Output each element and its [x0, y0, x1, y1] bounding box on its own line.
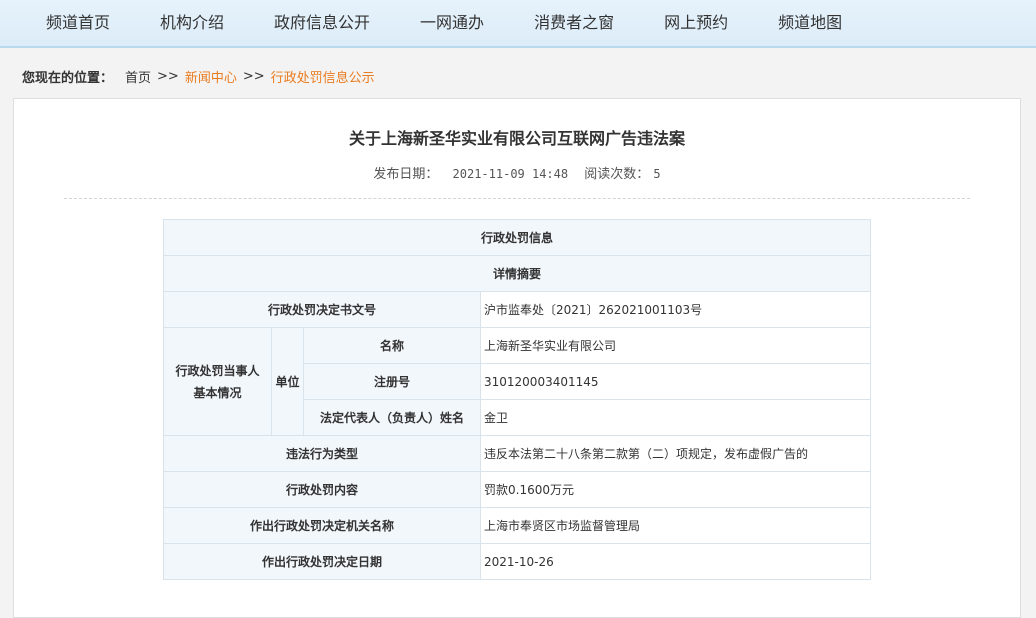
article-panel: 关于上海新圣华实业有限公司互联网广告违法案 发布日期： 2021-11-09 1…: [13, 98, 1021, 618]
top-nav: 频道首页 机构介绍 政府信息公开 一网通办 消费者之窗 网上预约 频道地图: [0, 0, 1036, 48]
nav-item-sitemap[interactable]: 频道地图: [778, 0, 842, 46]
decision-date-value: 2021-10-26: [479, 543, 872, 580]
doc-number-value: 沪市监奉处〔2021〕262021001103号: [479, 291, 872, 328]
table-header-summary: 详情摘要: [162, 255, 872, 292]
doc-number-label: 行政处罚决定书文号: [163, 291, 481, 328]
breadcrumb: 您现在的位置： 首页 >> 新闻中心 >> 行政处罚信息公示: [0, 48, 1036, 104]
party-label-line1: 行政处罚当事人: [175, 363, 260, 378]
read-count: 5: [653, 167, 661, 181]
table-row: 作出行政处罚决定日期 2021-10-26: [163, 543, 872, 580]
divider: [64, 198, 970, 199]
table-row: 行政处罚信息: [162, 219, 872, 256]
breadcrumb-home[interactable]: 首页: [125, 67, 151, 86]
breadcrumb-separator: >>: [157, 68, 179, 84]
violation-type-value: 违反本法第二十八条第二款第（二）项规定，发布虚假广告的: [479, 435, 872, 472]
legal-rep-value: 金卫: [479, 399, 872, 436]
publish-date: 2021-11-09 14:48: [452, 167, 569, 181]
article-title: 关于上海新圣华实业有限公司互联网广告违法案: [348, 129, 685, 148]
authority-label: 作出行政处罚决定机关名称: [163, 507, 481, 544]
table-row: 违法行为类型 违反本法第二十八条第二款第（二）项规定，发布虚假广告的: [163, 435, 872, 472]
table-row: 作出行政处罚决定机关名称 上海市奉贤区市场监督管理局: [163, 507, 872, 544]
penalty-info-table: 行政处罚信息 详情摘要 行政处罚决定书文号 沪市监奉处〔2021〕2620210…: [162, 219, 872, 580]
unit-label: 单位: [271, 327, 304, 436]
company-name-value: 上海新圣华实业有限公司: [479, 327, 872, 364]
table-row: 行政处罚当事人 基本情况 单位 名称 上海新圣华实业有限公司: [163, 327, 872, 436]
penalty-content-value: 罚款0.1600万元: [479, 471, 872, 508]
penalty-content-label: 行政处罚内容: [163, 471, 481, 508]
nav-item-about[interactable]: 机构介绍: [160, 0, 224, 46]
breadcrumb-label: 您现在的位置：: [22, 70, 114, 86]
party-info-label: 行政处罚当事人 基本情况: [163, 327, 272, 436]
authority-value: 上海市奉贤区市场监督管理局: [479, 507, 872, 544]
table-header-penalty-info: 行政处罚信息: [162, 219, 872, 256]
registration-label: 注册号: [303, 363, 481, 400]
breadcrumb-news[interactable]: 新闻中心: [185, 67, 237, 86]
publish-date-label: 发布日期：: [373, 167, 439, 182]
nav-item-gov-info[interactable]: 政府信息公开: [274, 0, 370, 46]
legal-rep-label: 法定代表人（负责人）姓名: [303, 399, 481, 436]
table-row: 行政处罚决定书文号 沪市监奉处〔2021〕262021001103号: [163, 291, 872, 328]
violation-type-label: 违法行为类型: [163, 435, 481, 472]
nav-item-consumer[interactable]: 消费者之窗: [534, 0, 614, 46]
breadcrumb-current[interactable]: 行政处罚信息公示: [271, 67, 375, 86]
nav-item-appointment[interactable]: 网上预约: [664, 0, 728, 46]
nav-item-channel-home[interactable]: 频道首页: [46, 0, 110, 46]
breadcrumb-separator: >>: [242, 68, 265, 84]
nav-item-one-stop[interactable]: 一网通办: [420, 0, 484, 46]
decision-date-label: 作出行政处罚决定日期: [163, 543, 481, 580]
table-row: 详情摘要: [162, 255, 872, 292]
registration-value: 310120003401145: [479, 363, 872, 400]
party-label-line2: 基本情况: [193, 385, 242, 400]
table-row: 行政处罚内容 罚款0.1600万元: [163, 471, 872, 508]
read-count-label: 阅读次数：: [584, 167, 650, 182]
company-name-label: 名称: [303, 327, 481, 364]
article-meta: 发布日期： 2021-11-09 14:48 阅读次数： 5: [14, 163, 1020, 182]
